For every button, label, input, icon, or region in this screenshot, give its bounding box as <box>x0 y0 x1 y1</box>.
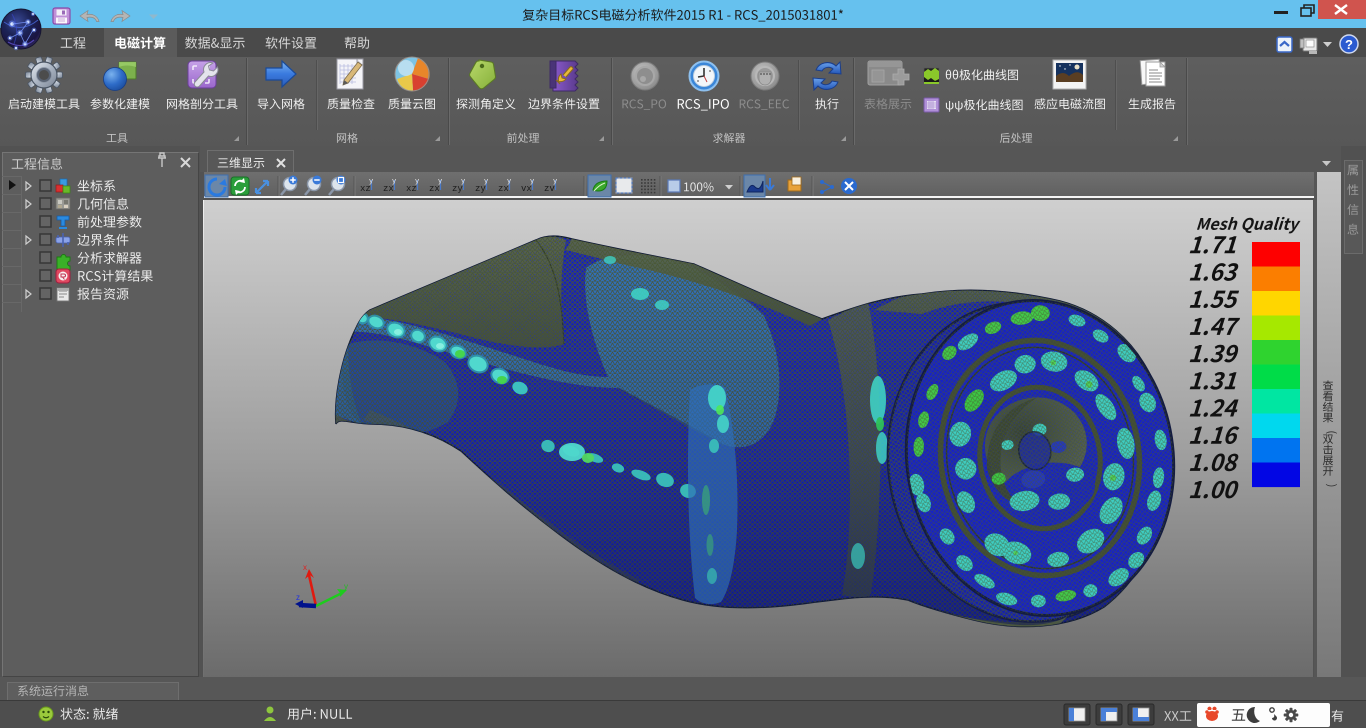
svg-text:y: y <box>530 178 534 186</box>
svg-text:y: y <box>507 178 511 186</box>
svg-text:y: y <box>392 178 396 186</box>
svg-text:y: y <box>553 178 557 186</box>
svg-text:y: y <box>369 178 373 186</box>
svg-text:y: y <box>484 178 488 186</box>
svg-text:?: ? <box>1345 37 1353 52</box>
svg-text:y: y <box>415 178 419 186</box>
svg-text:y: y <box>438 178 442 186</box>
svg-text:z: z <box>296 593 300 602</box>
svg-text:y: y <box>344 582 348 591</box>
svg-text:y: y <box>461 178 465 186</box>
svg-text:x: x <box>303 563 307 572</box>
